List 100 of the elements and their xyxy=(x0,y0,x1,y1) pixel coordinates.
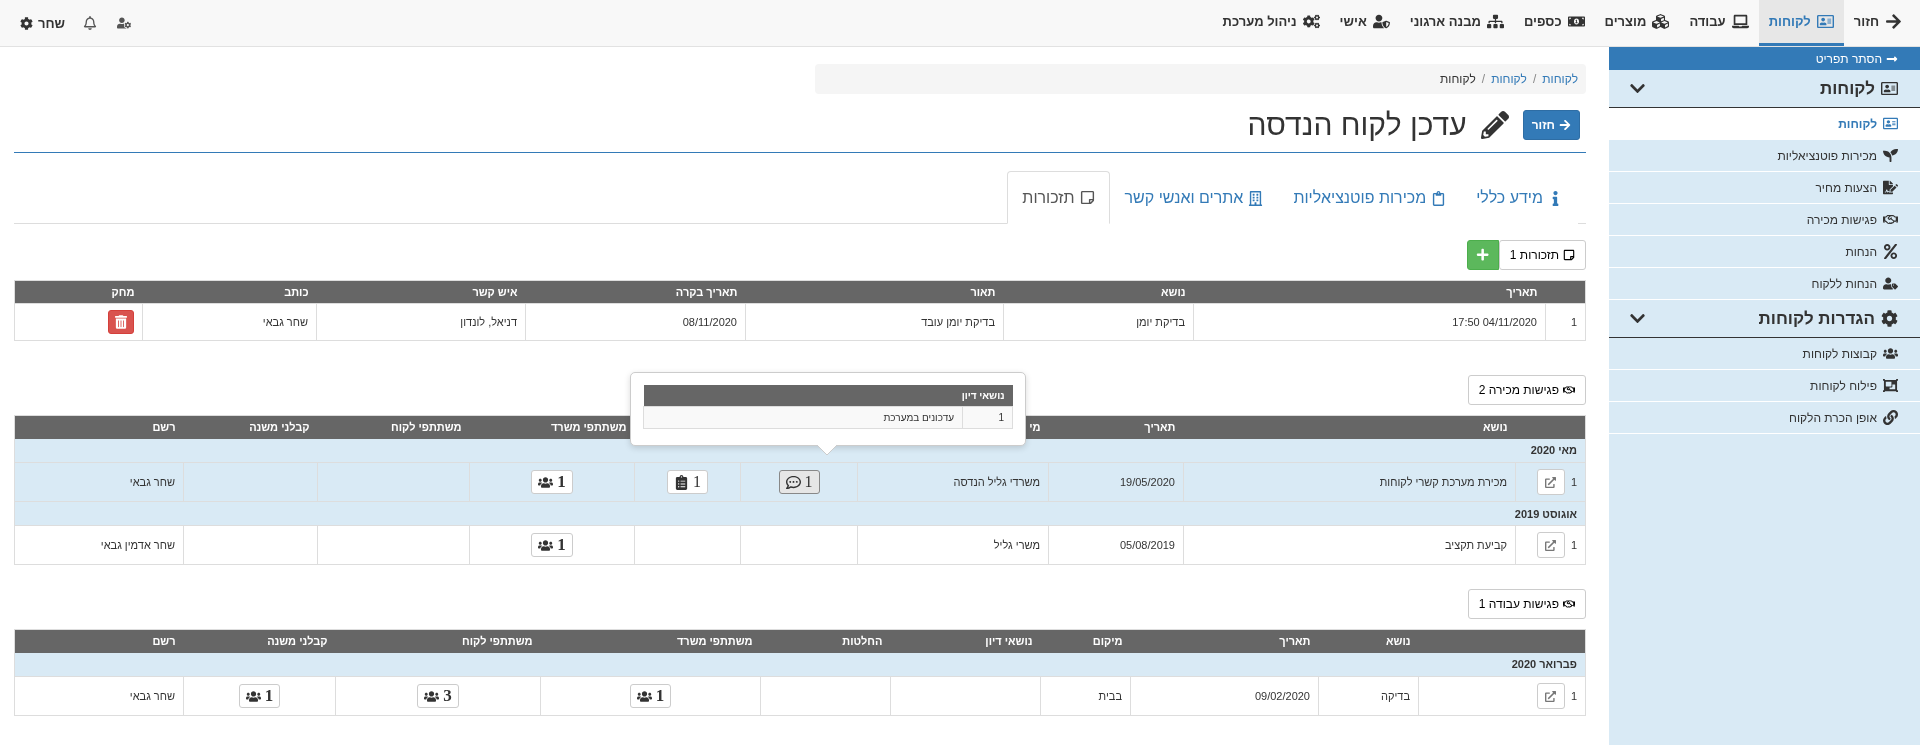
sales-meetings-button[interactable]: פגישות מכירה 2 xyxy=(1467,375,1586,405)
people-icon xyxy=(424,688,440,704)
column-header: קבלני משנה xyxy=(183,415,318,439)
people-icon xyxy=(538,474,554,490)
column-header: כותב xyxy=(142,280,317,304)
table-cell: מכירת מערכת קשרי לקוחות xyxy=(1183,462,1516,502)
sidebar-item[interactable]: הצעות מחיר xyxy=(1609,172,1920,204)
trash-icon xyxy=(115,314,127,330)
sidebar-item[interactable]: לקוחות xyxy=(1609,108,1920,140)
nav-tab[interactable]: ניהול מערכת xyxy=(1212,0,1330,46)
id-card-icon xyxy=(1881,80,1898,97)
table-cell: משרי גליל xyxy=(857,525,1049,565)
sprout-icon xyxy=(1883,148,1898,163)
column-header: משתתפי משרד xyxy=(540,629,761,653)
column-header: תאריך xyxy=(1048,415,1184,439)
clipboard-icon xyxy=(1431,190,1447,206)
people-icon xyxy=(538,537,554,553)
open-button[interactable] xyxy=(1536,683,1565,709)
external-link-icon xyxy=(1545,476,1557,488)
sticky-note-icon xyxy=(1563,249,1575,261)
table-cell: שחר גבאי xyxy=(142,303,317,341)
column-header: רשם xyxy=(14,629,184,653)
column-header: משתתפי לקוח xyxy=(335,629,541,653)
handshake-icon xyxy=(1563,598,1575,610)
table-cell: 05/08/2019 xyxy=(1048,525,1184,565)
user-settings-icon[interactable] xyxy=(117,16,132,30)
breadcrumb-link[interactable]: לקוחות xyxy=(1440,72,1476,86)
count-button[interactable]: 3 xyxy=(417,684,459,708)
sidebar-item[interactable]: הנחות xyxy=(1609,236,1920,268)
count-button[interactable]: 1 xyxy=(531,533,573,557)
tab[interactable]: תזכורות xyxy=(1007,171,1110,224)
sidebar-item[interactable]: מכירות פוטנציאליות xyxy=(1609,140,1920,172)
column-header: איש קשר xyxy=(316,280,526,304)
table-cell: בדיקה xyxy=(1318,676,1419,716)
nav-tab[interactable]: לקוחות xyxy=(1758,0,1844,46)
sidebar-section-header[interactable]: הגדרות לקוחות xyxy=(1609,300,1920,338)
arrow-icon xyxy=(1885,13,1902,30)
people-icon xyxy=(636,688,652,704)
speech-bubble-icon xyxy=(785,474,801,490)
nav-tab[interactable]: מבנה ארגוני xyxy=(1399,0,1514,46)
users-icon xyxy=(1883,346,1898,361)
table-cell: 04/11/2020 17:50 xyxy=(1193,303,1546,341)
nav-tab[interactable]: חזור xyxy=(1843,0,1912,46)
table-cell: 1 xyxy=(962,406,1013,429)
table-cell: שחר אדמין גבאי xyxy=(14,525,184,565)
pencil-icon xyxy=(1480,111,1509,139)
table-cell: בדיקת יומן עובד xyxy=(745,303,1004,341)
nav-tab[interactable]: אישי xyxy=(1329,0,1400,46)
external-link-icon xyxy=(1545,690,1557,702)
sticky-note-icon xyxy=(1079,190,1095,205)
count-button[interactable]: 1 xyxy=(667,470,708,494)
column-header: תאריך xyxy=(1130,629,1319,653)
add-button[interactable] xyxy=(1466,240,1499,270)
breadcrumb-separator: / xyxy=(1481,72,1486,86)
section-title: הגדרות לקוחות xyxy=(1757,308,1875,329)
work-meetings-button[interactable]: פגישות עבודה 1 xyxy=(1467,589,1586,619)
breadcrumb-separator: / xyxy=(1532,72,1537,86)
count-button[interactable]: 1 xyxy=(778,470,820,494)
open-button[interactable] xyxy=(1536,532,1565,558)
signed-document-icon xyxy=(1883,180,1898,195)
row-number: 1 xyxy=(1570,690,1577,702)
table-cell: 19/05/2020 xyxy=(1048,462,1184,502)
column-header: נושאי דיון xyxy=(890,629,1041,653)
back-button[interactable]: חזור xyxy=(1522,110,1580,140)
count-button[interactable]: 1 xyxy=(629,684,672,708)
column-header: נושא xyxy=(1318,629,1419,653)
user-menu[interactable]: שחר xyxy=(12,0,74,46)
row-number: 1 xyxy=(1570,539,1577,551)
bell-icon[interactable] xyxy=(83,16,98,30)
nav-tab[interactable]: עבודה xyxy=(1679,0,1759,46)
page-title: עדכן לקוח הנדסה xyxy=(1247,108,1467,142)
table-cell: דניאל, לונדון xyxy=(316,303,526,341)
people-icon xyxy=(245,688,261,704)
arrow-icon xyxy=(1559,119,1571,131)
nav-tab[interactable]: מוצרים xyxy=(1594,0,1680,46)
breadcrumb-link[interactable]: לקוחות xyxy=(1542,72,1578,86)
table-cell: עדכונים במערכת xyxy=(643,406,963,429)
count-button[interactable]: 1 xyxy=(531,470,573,494)
sidebar-item[interactable]: הנחות ללקוח xyxy=(1609,268,1920,300)
sidebar-item[interactable]: קבוצות לקוחות xyxy=(1609,338,1920,370)
breadcrumb-link[interactable]: לקוחות xyxy=(1491,72,1527,86)
external-link-icon xyxy=(1545,539,1557,551)
column-header: משתתפי לקוח xyxy=(317,415,470,439)
delete-button[interactable] xyxy=(108,310,134,334)
row-number: 1 xyxy=(1570,476,1577,488)
count-button[interactable]: 1 xyxy=(238,684,281,708)
banknote-icon xyxy=(1567,13,1585,30)
sidebar-item[interactable]: אופן הכרת הלקוח xyxy=(1609,402,1920,434)
nav-tab[interactable]: כספים xyxy=(1513,0,1595,46)
sitemap-icon xyxy=(1486,13,1504,30)
cubes-icon xyxy=(1652,13,1670,30)
table-cell: 08/11/2020 xyxy=(525,303,746,341)
sidebar-item[interactable]: פילוח לקוחות xyxy=(1609,370,1920,402)
column-header: תאריך בקרה xyxy=(525,280,746,304)
table-cell: 09/02/2020 xyxy=(1130,676,1319,716)
open-button[interactable] xyxy=(1536,469,1565,495)
reminders-button[interactable]: תזכורות 1 xyxy=(1498,240,1586,270)
handshake-icon xyxy=(1883,212,1898,227)
hide-menu-link[interactable]: הסתר תפריט xyxy=(1609,47,1920,70)
sidebar-item[interactable]: פגישות מכירה xyxy=(1609,204,1920,236)
